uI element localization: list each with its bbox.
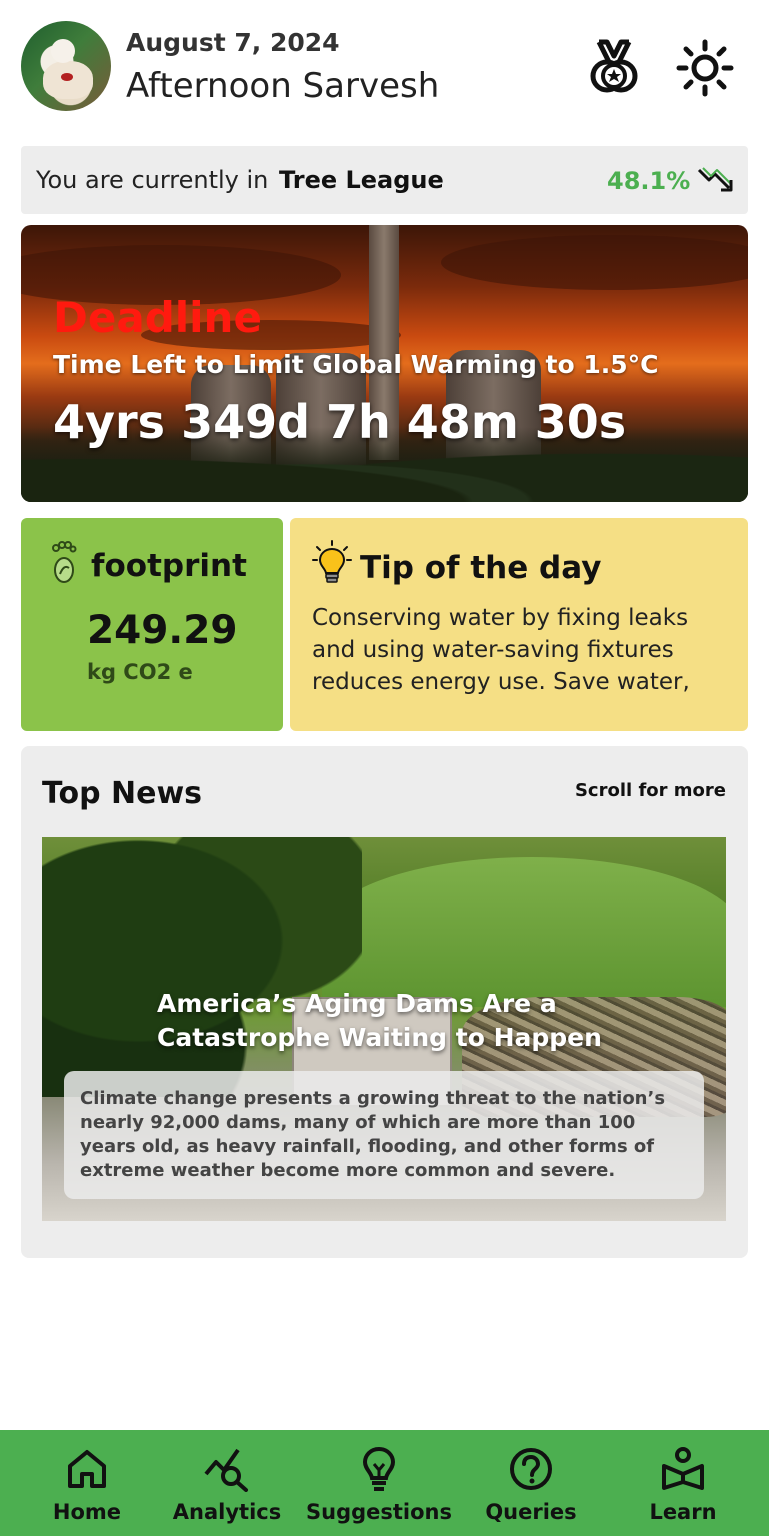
news-summary: Climate change presents a growing threat… bbox=[80, 1088, 666, 1181]
news-headline: America’s Aging Dams Are a Catastrophe W… bbox=[157, 989, 602, 1052]
nav-queries[interactable]: Queries bbox=[455, 1430, 607, 1536]
news-summary-box: Climate change presents a growing threat… bbox=[64, 1071, 704, 1199]
home-icon bbox=[68, 1450, 106, 1488]
top-news-section: Top News Scroll for more America’s Aging… bbox=[21, 746, 748, 1258]
nav-home-label: Home bbox=[52, 1500, 122, 1524]
top-news-title: Top News bbox=[42, 776, 203, 811]
scroll-for-more-link[interactable]: Scroll for more bbox=[575, 780, 726, 801]
league-name-label: Tree League bbox=[279, 166, 444, 194]
league-percent-label: 48.1% bbox=[607, 167, 691, 195]
nav-suggestions-label: Suggestions bbox=[306, 1500, 452, 1524]
lightbulb-icon bbox=[312, 540, 352, 583]
footprint-icon bbox=[52, 541, 77, 583]
analytics-icon bbox=[204, 1448, 248, 1492]
nav-suggestions[interactable]: Suggestions bbox=[303, 1430, 455, 1536]
nav-learn-label: Learn bbox=[649, 1500, 717, 1524]
deadline-countdown: 4yrs 349d 7h 48m 30s bbox=[53, 395, 627, 449]
news-image-hill bbox=[322, 857, 726, 1007]
footprint-value: 249.29 bbox=[87, 608, 238, 653]
league-prefix-label: You are currently in bbox=[36, 166, 269, 194]
nav-home[interactable]: Home bbox=[11, 1430, 163, 1536]
greeting-label: Afternoon Sarvesh bbox=[126, 66, 440, 106]
learn-icon bbox=[662, 1447, 704, 1490]
deadline-subtitle: Time Left to Limit Global Warming to 1.5… bbox=[53, 350, 659, 379]
nav-analytics-label: Analytics bbox=[172, 1500, 282, 1524]
news-card[interactable]: America’s Aging Dams Are a Catastrophe W… bbox=[42, 837, 726, 1221]
avatar-figure-detail bbox=[61, 73, 73, 81]
tip-of-the-day-card[interactable]: Tip of the day Conserving water by fixin… bbox=[290, 518, 748, 731]
nav-analytics[interactable]: Analytics bbox=[151, 1430, 303, 1536]
tip-title: Tip of the day bbox=[360, 550, 602, 586]
avatar-figure-head bbox=[51, 39, 75, 63]
avatar[interactable] bbox=[21, 21, 111, 111]
deadline-title: Deadline bbox=[53, 293, 262, 342]
date-label: August 7, 2024 bbox=[126, 28, 340, 57]
nav-queries-label: Queries bbox=[485, 1500, 577, 1524]
medal-icon bbox=[590, 39, 638, 93]
sun-icon bbox=[676, 39, 734, 97]
footprint-unit: kg CO2 e bbox=[87, 660, 193, 684]
deadline-banner[interactable]: Deadline Time Left to Limit Global Warmi… bbox=[21, 225, 748, 502]
tip-text: Conserving water by fixing leaks and usi… bbox=[312, 605, 690, 695]
footprint-card[interactable]: footprint 249.29 kg CO2 e bbox=[21, 518, 283, 731]
bottom-nav: Home Analytics Suggestions Queries Learn bbox=[0, 1430, 769, 1536]
theme-toggle-button[interactable] bbox=[675, 38, 735, 98]
league-status-bar[interactable]: You are currently in Tree League 48.1% bbox=[21, 146, 748, 214]
achievements-button[interactable] bbox=[585, 38, 643, 96]
nav-learn[interactable]: Learn bbox=[607, 1430, 759, 1536]
header: August 7, 2024 Afternoon Sarvesh bbox=[0, 0, 769, 130]
question-icon bbox=[510, 1448, 552, 1490]
lightbulb-icon bbox=[362, 1446, 396, 1491]
trending-down-icon bbox=[697, 167, 733, 192]
footprint-title: footprint bbox=[91, 548, 247, 584]
banner-cloud bbox=[441, 235, 748, 290]
